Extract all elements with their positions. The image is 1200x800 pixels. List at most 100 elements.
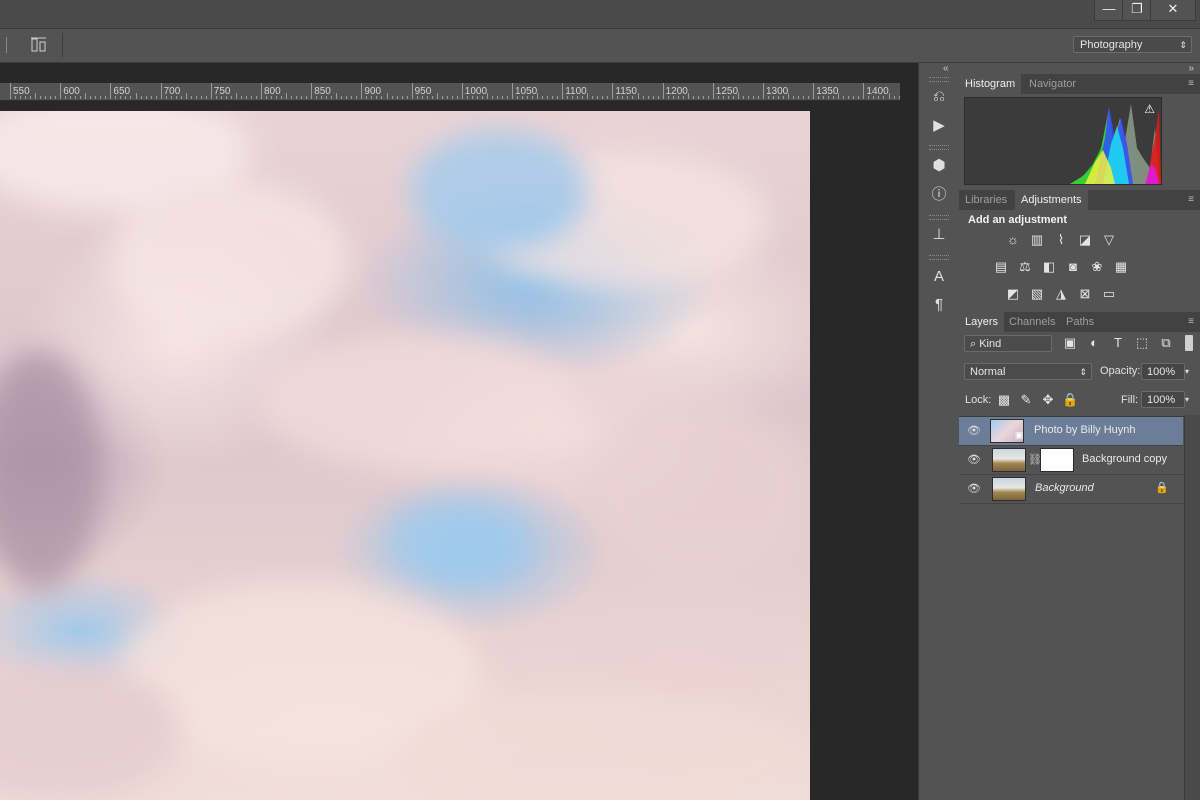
blend-mode-select[interactable]: Normal ⇕ <box>964 363 1092 380</box>
posterize-icon[interactable]: ▧ <box>1029 287 1045 301</box>
warning-icon[interactable]: ⚠ <box>1144 102 1155 116</box>
ruler-minor-tick <box>336 93 338 99</box>
smart-object-filter-icon[interactable]: ⧉ <box>1158 336 1174 350</box>
curves-icon[interactable]: ⌇ <box>1053 233 1069 247</box>
visibility-eye-icon[interactable]: 👁 <box>967 424 981 437</box>
play-actions-icon[interactable]: ▶ <box>927 116 951 136</box>
lock-image-icon[interactable]: ✎ <box>1018 393 1034 407</box>
ruler-minor-tick <box>898 96 900 99</box>
character-icon[interactable]: A <box>927 267 951 287</box>
layer-thumbnail <box>992 448 1026 472</box>
visibility-eye-icon[interactable]: 👁 <box>967 453 981 466</box>
workspace-select[interactable]: Photography ⇕ <box>1073 36 1192 53</box>
lock-transparent-icon[interactable]: ▩ <box>996 393 1012 407</box>
ruler-minor-tick <box>266 96 268 99</box>
layers-scrollbar[interactable] <box>1184 415 1200 800</box>
ruler-minor-tick <box>517 96 519 99</box>
opacity-dropdown-icon[interactable]: ▾ <box>1185 363 1195 380</box>
opacity-input[interactable]: 100% <box>1141 363 1185 380</box>
paragraph-icon[interactable]: ¶ <box>927 295 951 315</box>
collapse-icon[interactable]: « <box>943 63 949 74</box>
lock-all-icon[interactable]: 🔒 <box>1062 393 1078 407</box>
type-filter-icon[interactable]: T <box>1110 336 1126 350</box>
tab-libraries[interactable]: Libraries <box>959 190 1013 210</box>
ruler-minor-tick <box>808 96 810 99</box>
pixel-filter-icon[interactable]: ▣ <box>1062 336 1078 350</box>
layer-row[interactable]: 👁 Background 🔒 <box>959 475 1183 504</box>
ruler-minor-tick <box>527 96 529 99</box>
layer-row[interactable]: 👁 ▣ Photo by Billy Huynh <box>959 417 1183 446</box>
ruler-minor-tick <box>50 96 52 99</box>
layer-mask-thumbnail[interactable] <box>1040 448 1074 472</box>
ruler-minor-tick <box>401 96 403 99</box>
history-icon[interactable]: ⎌ <box>927 87 951 107</box>
ruler-minor-tick <box>441 96 443 99</box>
minimize-button[interactable]: — <box>1094 0 1124 21</box>
ruler-minor-tick <box>351 96 353 99</box>
ruler-minor-tick <box>622 96 624 99</box>
layer-name[interactable]: Photo by Billy Huynh <box>1034 424 1136 436</box>
shape-filter-icon[interactable]: ⬚ <box>1134 336 1150 350</box>
layer-thumbnail <box>992 477 1026 501</box>
tab-histogram[interactable]: Histogram <box>959 74 1022 94</box>
title-bar: — ❐ ✕ <box>0 0 1200 29</box>
ruler-minor-tick <box>15 96 17 99</box>
channel-mixer-icon[interactable]: ❀ <box>1089 260 1105 274</box>
ruler-minor-tick <box>200 96 202 99</box>
filter-kind-select[interactable]: ⌕ Kind <box>964 335 1052 352</box>
hue-saturation-icon[interactable]: ▤ <box>993 260 1009 274</box>
horizontal-ruler[interactable]: 550 600 650 700 750 800 850 900 950 1000 1050 1100 1… <box>0 83 900 101</box>
grip-handle[interactable] <box>929 145 949 150</box>
ruler-tick <box>311 83 313 99</box>
grip-handle[interactable] <box>929 215 949 220</box>
clone-source-icon[interactable]: ⊥ <box>927 225 951 245</box>
canvas-image-clouds[interactable] <box>0 111 810 800</box>
expand-icon[interactable]: » <box>1188 63 1194 74</box>
vibrance-icon[interactable]: ▽ <box>1101 233 1117 247</box>
visibility-eye-icon[interactable]: 👁 <box>967 482 981 495</box>
color-lookup-icon[interactable]: ▦ <box>1113 260 1129 274</box>
align-edge-icon[interactable] <box>0 37 7 53</box>
adjustment-filter-icon[interactable]: ◐ <box>1086 336 1102 350</box>
exposure-icon[interactable]: ◪ <box>1077 233 1093 247</box>
levels-icon[interactable]: ▥ <box>1029 233 1045 247</box>
selective-color-icon[interactable]: ⊠ <box>1077 287 1093 301</box>
gradient-map-icon[interactable]: ▭ <box>1101 287 1117 301</box>
panel-menu-icon[interactable]: ≡ <box>1188 316 1194 327</box>
3d-cube-icon[interactable]: ⬢ <box>927 156 951 176</box>
tab-navigator[interactable]: Navigator <box>1023 74 1082 94</box>
ruler-minor-tick <box>235 93 237 99</box>
ruler-minor-tick <box>381 96 383 99</box>
filter-toggle[interactable] <box>1185 335 1193 351</box>
fill-input[interactable]: 100% <box>1141 391 1185 408</box>
panel-menu-icon[interactable]: ≡ <box>1188 78 1194 89</box>
lock-icon: 🔒 <box>1155 482 1169 494</box>
ruler-minor-tick <box>250 96 252 99</box>
layer-name[interactable]: Background <box>1035 482 1094 494</box>
panel-menu-icon[interactable]: ≡ <box>1188 194 1194 205</box>
ruler-tick <box>261 83 262 99</box>
tab-layers[interactable]: Layers <box>959 312 1005 332</box>
layer-name[interactable]: Background copy <box>1082 453 1167 465</box>
ruler-tick <box>562 83 564 99</box>
distribute-icon[interactable] <box>30 37 48 53</box>
tab-channels[interactable]: Channels <box>1003 312 1061 332</box>
black-white-icon[interactable]: ◧ <box>1041 260 1057 274</box>
color-balance-icon[interactable]: ⚖ <box>1017 260 1033 274</box>
grip-handle[interactable] <box>929 255 949 260</box>
threshold-icon[interactable]: ◮ <box>1053 287 1069 301</box>
grip-handle[interactable] <box>929 77 949 82</box>
fill-dropdown-icon[interactable]: ▾ <box>1185 391 1195 408</box>
photo-filter-icon[interactable]: ◙ <box>1065 260 1081 274</box>
invert-icon[interactable]: ◩ <box>1005 287 1021 301</box>
lock-position-icon[interactable]: ✥ <box>1040 393 1056 407</box>
info-icon[interactable]: ⓘ <box>927 185 951 205</box>
close-button[interactable]: ✕ <box>1150 0 1196 21</box>
tab-paths[interactable]: Paths <box>1060 312 1100 332</box>
ruler-minor-tick <box>421 96 423 99</box>
brightness-contrast-icon[interactable]: ☼ <box>1005 233 1021 247</box>
tab-adjustments[interactable]: Adjustments <box>1015 190 1088 210</box>
layer-row[interactable]: 👁 ⛓ Background copy <box>959 446 1183 475</box>
restore-button[interactable]: ❐ <box>1122 0 1152 21</box>
panel-icon-strip: « ⎌ ▶ ⬢ ⓘ ⊥ A ¶ <box>918 63 960 800</box>
